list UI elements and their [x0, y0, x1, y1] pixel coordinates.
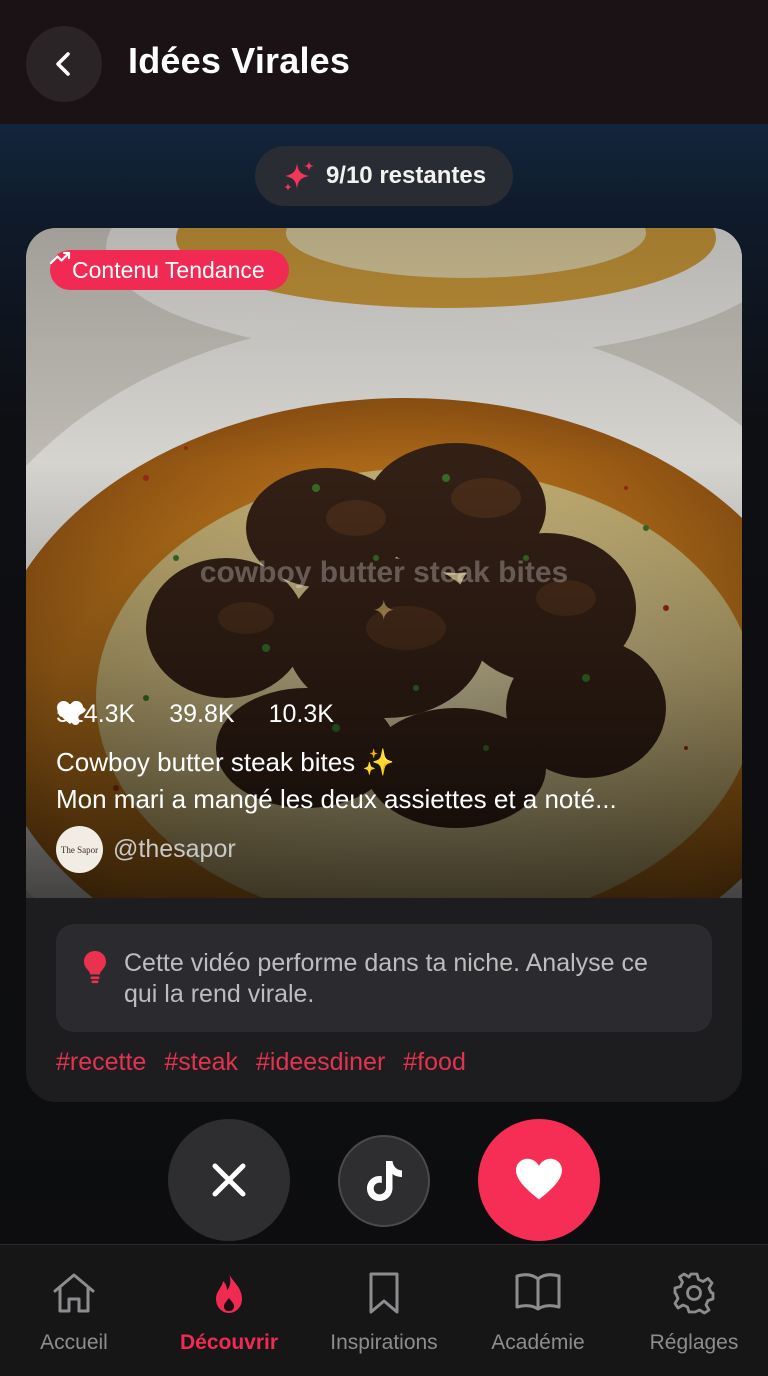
video-stats: 514.3K 39.8K 10.3K: [56, 700, 334, 729]
hashtag[interactable]: #ideesdiner: [256, 1048, 385, 1077]
share-icon: [58, 701, 80, 725]
open-tiktok-button[interactable]: [338, 1135, 430, 1227]
dismiss-button[interactable]: [168, 1119, 290, 1241]
sparkles-icon: [283, 161, 314, 191]
viral-idea-card[interactable]: Contenu Tendance cowboy butter steak bit…: [26, 228, 742, 1102]
flame-icon: [216, 1273, 242, 1313]
app-screen: Idées Virales 9/10 restantes Contenu Ten…: [0, 0, 768, 1376]
trending-badge: Contenu Tendance: [50, 250, 289, 290]
nav-label-decouvrir: Découvrir: [179, 1331, 279, 1354]
insight-box: Cette vidéo performe dans ta niche. Anal…: [56, 924, 712, 1032]
trending-up-icon: [50, 251, 71, 265]
nav-label-reglages: Réglages: [649, 1331, 739, 1354]
bookmark-icon: [369, 1272, 399, 1314]
gear-icon: [673, 1272, 715, 1315]
nav-label-inspirations: Inspirations: [330, 1331, 438, 1354]
close-icon: [212, 1163, 246, 1197]
likes-stat: 39.8K: [57, 700, 235, 729]
remaining-quota-pill: 9/10 restantes: [255, 146, 513, 206]
shares-stat: 10.3K: [58, 700, 334, 729]
heart-icon: [516, 1158, 562, 1200]
like-button[interactable]: [478, 1119, 600, 1241]
video-overlay-text: cowboy butter steak bites: [199, 556, 569, 589]
hashtag-list: #recette #steak #ideesdiner #food: [56, 1048, 466, 1077]
caption-line-2: Mon mari a mangé les deux assiettes et a…: [56, 784, 617, 814]
nav-item-decouvrir[interactable]: Découvrir: [152, 1245, 306, 1376]
chevron-left-icon: [56, 52, 70, 76]
nav-label-academie: Académie: [491, 1331, 585, 1354]
sparkle-icon: ✦: [372, 595, 396, 626]
video-caption: Cowboy butter steak bites ✨ Mon mari a m…: [56, 744, 716, 818]
hashtag[interactable]: #food: [403, 1048, 466, 1077]
avatar: The Sapor: [56, 826, 103, 873]
tiktok-icon: [367, 1161, 402, 1201]
nav-item-accueil[interactable]: Accueil: [0, 1245, 151, 1376]
nav-item-reglages[interactable]: Réglages: [617, 1245, 768, 1376]
book-icon: [515, 1273, 561, 1311]
hashtag[interactable]: #steak: [164, 1048, 238, 1077]
home-icon: [53, 1273, 95, 1313]
lightbulb-icon: [84, 951, 106, 984]
author-handle: @thesapor: [113, 835, 236, 863]
nav-label-accueil: Accueil: [40, 1331, 108, 1354]
back-button[interactable]: [26, 26, 102, 102]
shares-count: 10.3K: [268, 700, 334, 728]
caption-line-1: Cowboy butter steak bites ✨: [56, 747, 395, 777]
hashtag[interactable]: #recette: [56, 1048, 146, 1077]
top-bar: Idées Virales: [0, 0, 768, 124]
author-row[interactable]: The Sapor @thesapor: [56, 826, 236, 873]
likes-count: 39.8K: [169, 700, 235, 728]
page-title: Idées Virales: [128, 40, 351, 81]
nav-item-academie[interactable]: Académie: [461, 1245, 615, 1376]
insight-text: Cette vidéo performe dans ta niche. Anal…: [124, 949, 648, 1008]
video-thumbnail[interactable]: Contenu Tendance cowboy butter steak bit…: [26, 228, 742, 898]
trending-badge-label: Contenu Tendance: [72, 256, 265, 283]
remaining-count: 9/10 restantes: [325, 162, 487, 189]
bottom-navigation: Accueil Découvrir Inspirations Académie: [0, 1244, 768, 1376]
nav-item-inspirations[interactable]: Inspirations: [307, 1245, 461, 1376]
